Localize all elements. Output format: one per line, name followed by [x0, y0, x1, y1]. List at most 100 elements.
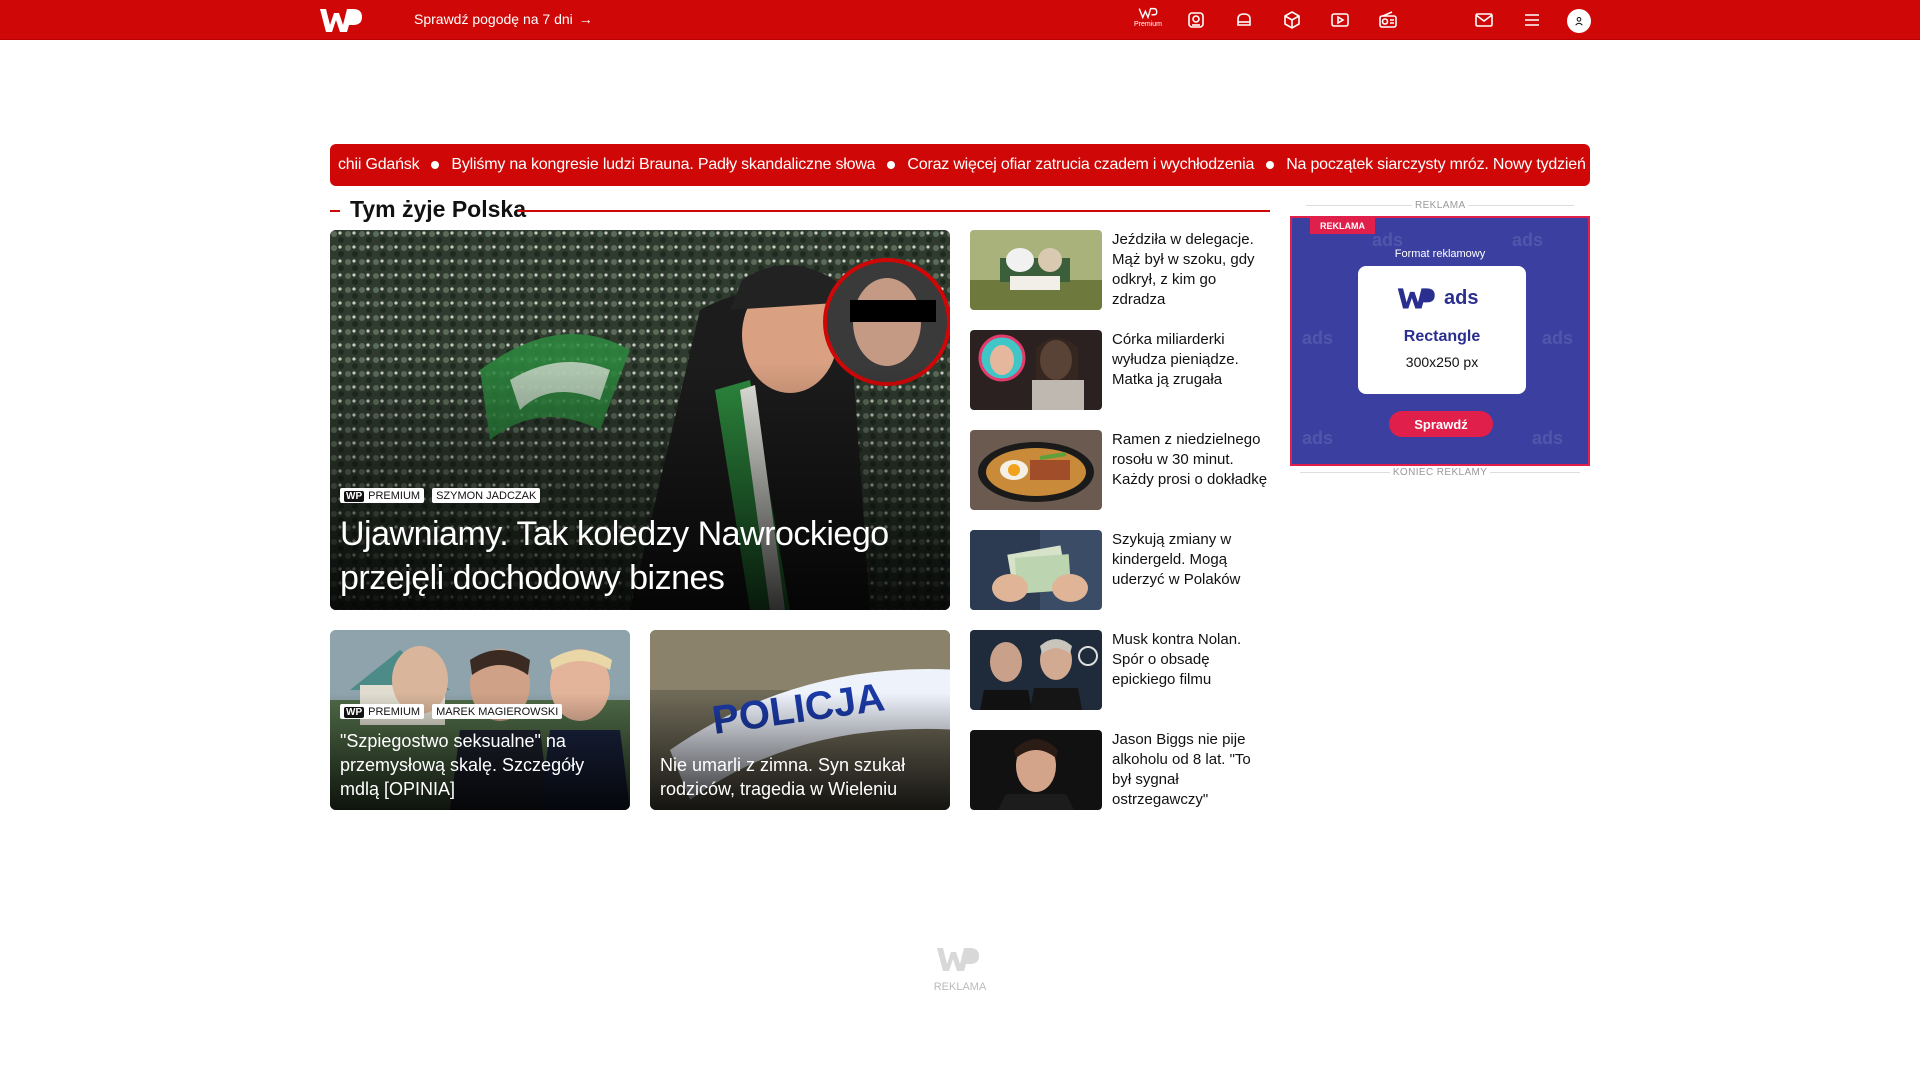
- ad-brand: ads: [1444, 286, 1479, 309]
- list-item-thumbnail: [970, 530, 1102, 610]
- list-item-thumbnail: [970, 330, 1102, 410]
- wp-logo[interactable]: [318, 5, 368, 35]
- package-link[interactable]: [1280, 8, 1304, 32]
- list-item[interactable]: Musk kontra Nolan. Spór o obsadę epickie…: [970, 630, 1270, 710]
- premium-link[interactable]: Premium: [1134, 5, 1163, 29]
- menu-icon: [1525, 14, 1539, 26]
- package-icon: [1284, 11, 1300, 29]
- author-badge[interactable]: SZYMON JADCZAK: [432, 488, 541, 503]
- list-item-title: Musk kontra Nolan. Spór o obsadę epickie…: [1112, 631, 1242, 688]
- sub-story-headline[interactable]: Nie umarli z zimna. Syn szukał rodziców,…: [660, 753, 940, 801]
- ad-background-word: ads: [1302, 328, 1334, 348]
- bullet-icon: [887, 161, 896, 169]
- story-badges: WP PREMIUM MAREK MAGIEROWSKI: [340, 704, 563, 719]
- ticker-item[interactable]: Coraz więcej ofiar zatrucia czadem i wyc…: [907, 156, 1286, 174]
- premium-badge: WP PREMIUM: [340, 704, 425, 719]
- ad-tag: REKLAMA: [1310, 218, 1375, 234]
- list-item-title: Jason Biggs nie pije alkoholu od 8 lat. …: [1112, 731, 1251, 808]
- weather-link-label: Sprawdź pogodę na 7 dni: [414, 11, 573, 27]
- premium-badge: WP PREMIUM: [340, 488, 425, 503]
- ad-label-bottom: KONIEC REKLAMY: [1290, 467, 1590, 478]
- ad-product: Rectangle: [1403, 328, 1481, 345]
- cooking-link[interactable]: [1232, 8, 1256, 32]
- list-item-title: Szykują zmiany w kindergeld. Mogą uderzy…: [1112, 531, 1241, 588]
- author-name: SZYMON JADCZAK: [436, 490, 537, 502]
- menu-button[interactable]: [1520, 8, 1544, 32]
- list-item[interactable]: Szykują zmiany w kindergeld. Mogą uderzy…: [970, 530, 1270, 610]
- mail-link[interactable]: [1472, 8, 1496, 32]
- user-account-button[interactable]: [1567, 9, 1591, 33]
- ad-background-word: ads: [1302, 428, 1334, 448]
- premium-label: Premium: [1134, 21, 1163, 28]
- horoscope-link[interactable]: [1184, 8, 1208, 32]
- ticker-item-label: Byliśmy na kongresie ludzi Brauna. Padły…: [451, 156, 876, 173]
- wp-ads-logo: ads: [1396, 284, 1478, 312]
- ticker-track: chii Gdańsk Byliśmy na kongresie ludzi B…: [338, 156, 1590, 174]
- radio-icon: [1379, 11, 1397, 28]
- list-item[interactable]: Córka miliarderki wyłudza pieniądze. Mat…: [970, 330, 1270, 410]
- author-badge[interactable]: MAREK MAGIEROWSKI: [432, 704, 563, 719]
- list-item-title: Ramen z niedzielnego rosołu w 30 minut. …: [1112, 431, 1268, 488]
- ad-label-divider: [1305, 204, 1412, 206]
- wp-mini-icon: WP: [344, 706, 365, 718]
- list-item-thumbnail: [970, 630, 1102, 710]
- video-icon: [1331, 13, 1349, 27]
- ticker-item[interactable]: chii Gdańsk: [338, 156, 451, 174]
- main-story-headline[interactable]: Ujawniamy. Tak koledzy Nawrockiego przej…: [340, 512, 930, 600]
- ad-label-divider: [1490, 471, 1581, 473]
- arrow-right-icon: →: [578, 11, 593, 27]
- ad-label-top: REKLAMA: [1290, 200, 1590, 211]
- ad-card: ads Rectangle 300x250 px: [1358, 266, 1526, 394]
- wp-logo-icon: [1397, 288, 1435, 309]
- section-divider: [330, 210, 340, 212]
- ad-format-text: Format reklamowy: [1394, 248, 1486, 260]
- list-item[interactable]: Ramen z niedzielnego rosołu w 30 minut. …: [970, 430, 1270, 510]
- ad-background-word: ads: [1542, 328, 1574, 348]
- sub-story-card[interactable]: POLICJA Nie umarli z zimna. Syn szukał r…: [650, 630, 950, 810]
- ad-label-divider: [1299, 471, 1390, 473]
- list-item-thumbnail: [970, 430, 1102, 510]
- weather-link[interactable]: Sprawdź pogodę na 7 dni →: [414, 11, 593, 27]
- main-story-card[interactable]: WP PREMIUM SZYMON JADCZAK Ujawniamy. Tak …: [330, 230, 950, 610]
- radio-link[interactable]: [1376, 8, 1400, 32]
- list-item-thumbnail: [970, 230, 1102, 310]
- user-icon: [1575, 16, 1583, 26]
- video-link[interactable]: [1328, 8, 1352, 32]
- premium-icon: [1138, 7, 1158, 20]
- sub-story-headline[interactable]: "Szpiegostwo seksualne" na przemysłową s…: [340, 729, 620, 801]
- premium-badge-label: PREMIUM: [368, 706, 421, 718]
- bullet-icon: [431, 161, 440, 169]
- ticker-item[interactable]: Na początek siarczysty mróz. Nowy tydzie…: [1286, 156, 1590, 174]
- section-title: Tym żyje Polska: [350, 196, 526, 222]
- top-bar: Sprawdź pogodę na 7 dni → Premium: [0, 0, 1920, 40]
- ad-cta-button[interactable]: Sprawdź: [1389, 411, 1493, 437]
- ad-label-bottom-text: KONIEC REKLAMY: [1392, 467, 1488, 478]
- list-item-title: Jeździła w delegacje. Mąż był w szoku, g…: [1112, 231, 1255, 308]
- list-item[interactable]: Jeździła w delegacje. Mąż był w szoku, g…: [970, 230, 1270, 310]
- ad-placeholder-label: REKLAMA: [933, 981, 987, 993]
- section-divider: [518, 210, 1270, 212]
- wp-logo-icon: [937, 948, 979, 971]
- section-header: Tym żyje Polska: [330, 196, 1270, 226]
- author-name: MAREK MAGIEROWSKI: [436, 706, 559, 718]
- cooking-icon: [1237, 13, 1251, 26]
- news-ticker: chii Gdańsk Byliśmy na kongresie ludzi B…: [330, 144, 1590, 186]
- ad-size: 300x250 px: [1405, 354, 1479, 370]
- ticker-item[interactable]: Byliśmy na kongresie ludzi Brauna. Padły…: [451, 156, 907, 174]
- ad-placeholder: REKLAMA: [932, 944, 988, 993]
- ad-background-word: ads: [1532, 428, 1564, 448]
- premium-badge-label: PREMIUM: [368, 490, 421, 502]
- ticker-item-label: chii Gdańsk: [338, 156, 420, 173]
- list-item[interactable]: Jason Biggs nie pije alkoholu od 8 lat. …: [970, 730, 1270, 810]
- ticker-item-label: Na początek siarczysty mróz. Nowy tydzie…: [1286, 156, 1590, 173]
- bullet-icon: [1266, 161, 1275, 169]
- list-item-thumbnail: [970, 730, 1102, 810]
- sub-story-card[interactable]: WP PREMIUM MAREK MAGIEROWSKI "Szpiegostwo…: [330, 630, 630, 810]
- story-badges: WP PREMIUM SZYMON JADCZAK: [340, 488, 541, 503]
- horoscope-icon: [1188, 12, 1204, 28]
- wp-mini-icon: WP: [344, 490, 365, 502]
- ad-rectangle[interactable]: ads ads ads ads ads ads REKLAMA Format r…: [1290, 216, 1590, 466]
- ad-label-top-text: REKLAMA: [1414, 200, 1466, 211]
- mail-icon: [1475, 13, 1493, 27]
- ad-label-divider: [1468, 204, 1575, 206]
